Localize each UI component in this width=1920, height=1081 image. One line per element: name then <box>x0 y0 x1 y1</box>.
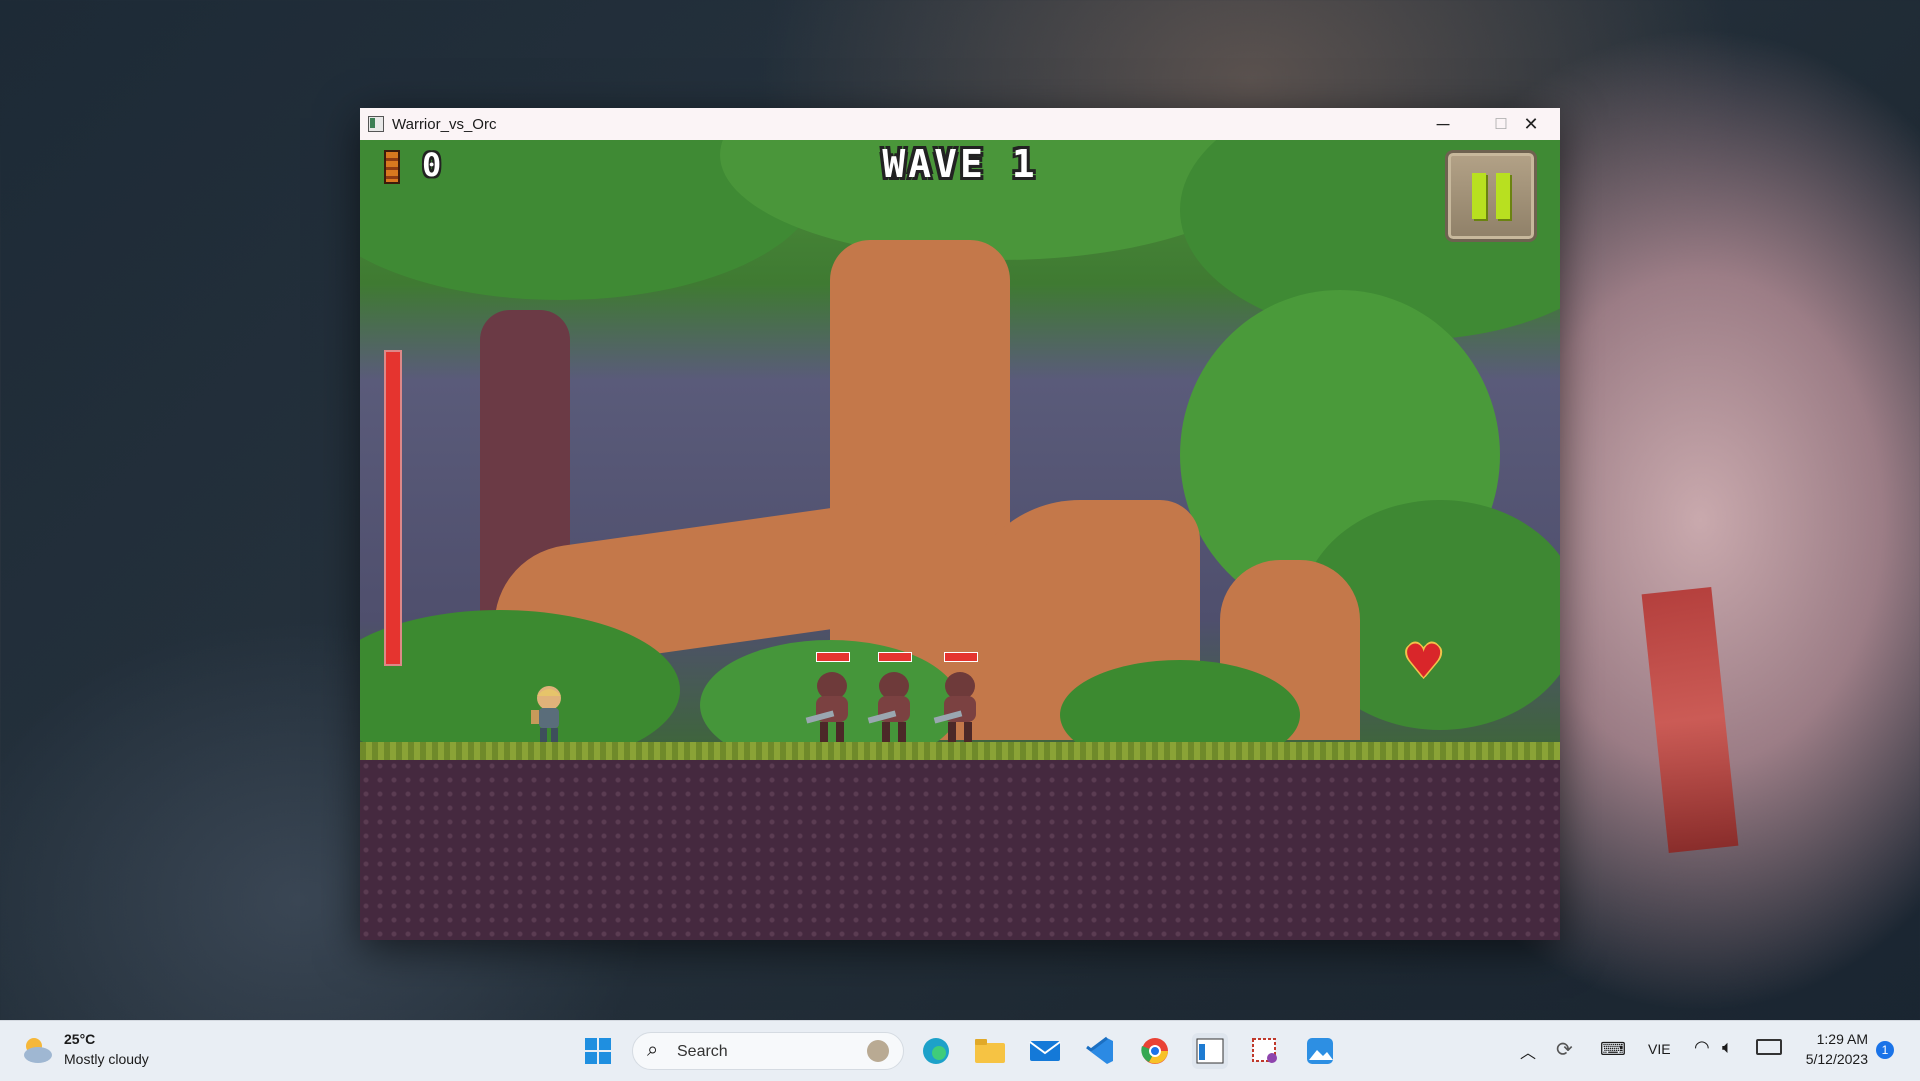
search-box[interactable]: ⌕ Search <box>632 1032 904 1070</box>
language-indicator[interactable]: VIE <box>1648 1041 1671 1057</box>
pause-icon <box>1472 173 1486 219</box>
grass-strip <box>360 742 1560 762</box>
orc-sprite <box>933 672 976 742</box>
notification-badge[interactable]: 1 <box>1876 1041 1894 1059</box>
keyboard-icon[interactable]: ⌨ <box>1600 1039 1626 1060</box>
sync-icon[interactable]: ⟳ <box>1556 1037 1573 1062</box>
orc-sprite <box>805 672 848 742</box>
weather-icon[interactable] <box>20 1035 54 1065</box>
minimize-button[interactable]: ─ <box>1414 108 1472 140</box>
wallpaper-ribbon <box>1641 587 1739 853</box>
edge-icon[interactable] <box>918 1033 954 1069</box>
orc-health-fill <box>945 653 977 661</box>
close-button[interactable]: ✕ <box>1502 108 1560 140</box>
heart-pickup-icon: ♥ <box>1403 634 1445 688</box>
player-health-fill <box>386 352 400 664</box>
weather-condition[interactable]: Mostly cloudy <box>64 1051 149 1067</box>
search-label: Search <box>677 1043 728 1060</box>
file-explorer-icon[interactable] <box>972 1033 1008 1069</box>
volume-icon[interactable]: 🔈︎ <box>1722 1037 1733 1058</box>
mail-icon[interactable] <box>1027 1033 1063 1069</box>
clock-date[interactable]: 5/12/2023 <box>1788 1051 1868 1067</box>
orc-health-bar <box>944 652 978 662</box>
weather-temp[interactable]: 25°C <box>64 1031 95 1047</box>
orc-health-fill <box>879 653 911 661</box>
app-icon <box>368 116 384 132</box>
clock-time[interactable]: 1:29 AM <box>1798 1031 1868 1047</box>
search-icon: ⌕ <box>647 1039 659 1061</box>
window-title: Warrior_vs_Orc <box>392 115 497 133</box>
player-health-bar <box>384 350 402 666</box>
orc-sprite <box>867 672 910 742</box>
title-bar[interactable]: Warrior_vs_Orc ─ ☐ ✕ <box>360 108 1560 140</box>
battery-icon[interactable] <box>1756 1039 1782 1055</box>
vscode-icon[interactable] <box>1082 1033 1118 1069</box>
snipping-tool-icon[interactable] <box>1247 1033 1283 1069</box>
game-window: Warrior_vs_Orc ─ ☐ ✕ 0 WAVE 1 ♥ <box>360 108 1560 940</box>
start-icon[interactable] <box>580 1033 616 1069</box>
warrior-sprite <box>531 686 561 742</box>
chrome-icon[interactable] <box>1137 1033 1173 1069</box>
pause-button[interactable] <box>1445 150 1537 242</box>
game-window-icon[interactable] <box>1192 1033 1228 1069</box>
orc-health-bar <box>816 652 850 662</box>
wave-label: WAVE 1 <box>882 142 1038 186</box>
orc-health-bar <box>878 652 912 662</box>
photos-icon[interactable] <box>1302 1033 1338 1069</box>
game-canvas[interactable]: 0 WAVE 1 ♥ <box>360 140 1560 940</box>
search-highlight-icon <box>867 1040 889 1062</box>
wifi-icon[interactable]: ◠ <box>1694 1037 1710 1058</box>
pause-icon <box>1496 173 1510 219</box>
taskbar: 25°C Mostly cloudy ⌕ Search ︿ ⟳ ⌨ VIE ◠ … <box>0 1020 1920 1081</box>
ground <box>360 760 1560 940</box>
orc-health-fill <box>817 653 849 661</box>
chevron-up-icon[interactable]: ︿ <box>1520 1039 1536 1063</box>
